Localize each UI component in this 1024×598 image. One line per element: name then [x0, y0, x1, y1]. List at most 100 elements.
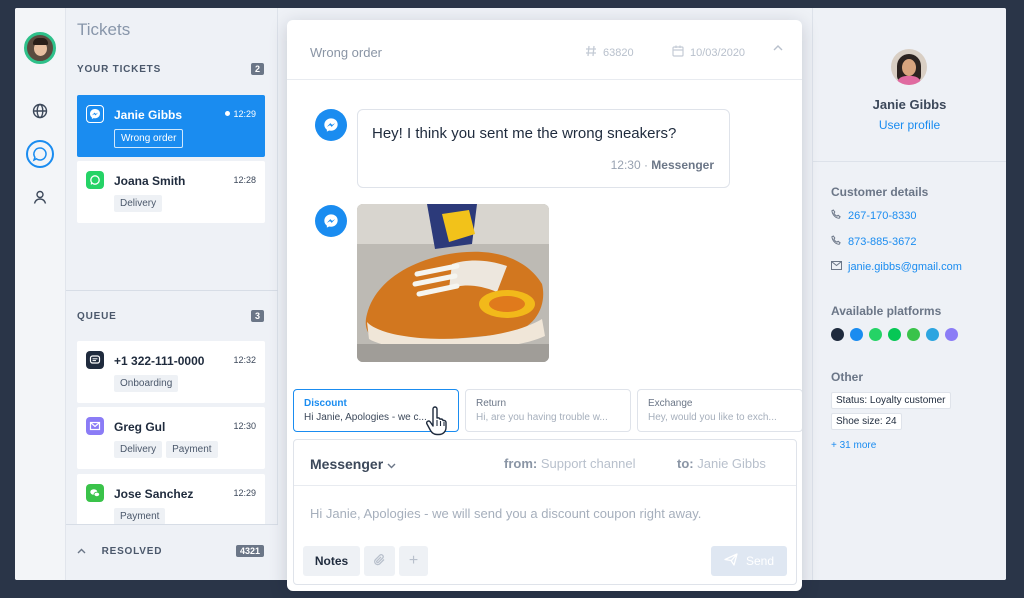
show-more-link[interactable]: + 31 more — [831, 440, 876, 451]
line-platform-icon[interactable] — [888, 328, 901, 341]
resolved-count: 4321 — [235, 545, 264, 557]
to-field[interactable]: to: Janie Gibbs — [677, 456, 766, 471]
send-button[interactable]: Send — [711, 546, 787, 576]
customer-header: Janie Gibbs User profile — [813, 8, 1006, 162]
message-composer: Messenger from: Support channel to: Jani… — [293, 439, 797, 585]
other-heading: Other — [831, 370, 864, 384]
ticket-tag: Delivery — [114, 195, 163, 212]
your-tickets-label: YOUR TICKETS — [77, 63, 162, 75]
ticket-id: 63820 — [585, 45, 634, 60]
tickets-title: Tickets — [77, 20, 131, 39]
quick-reply-title: Exchange — [648, 398, 693, 409]
user-profile-link[interactable]: User profile — [813, 118, 1006, 132]
queue-count: 3 — [250, 310, 264, 322]
messenger-platform-icon[interactable] — [850, 328, 863, 341]
agent-avatar[interactable] — [24, 32, 56, 64]
collapse-chevron-icon[interactable] — [773, 45, 783, 51]
from-field[interactable]: from: Support channel — [504, 456, 636, 471]
conversation-panel: Wrong order 63820 10/03/2020 Hey! I thin… — [287, 20, 802, 591]
ticket-janie-gibbs[interactable]: Janie Gibbs 12:29 Wrong order — [77, 95, 265, 157]
hash-icon — [585, 45, 597, 60]
calendar-icon — [672, 45, 684, 60]
globe-icon[interactable] — [29, 100, 51, 122]
resolved-header: RESOLVED 4321 — [77, 545, 264, 557]
attach-button[interactable] — [364, 546, 395, 576]
ticket-name: Janie Gibbs — [114, 108, 183, 122]
queue-header: QUEUE 3 — [77, 310, 264, 322]
hand-cursor-icon — [425, 406, 449, 441]
messenger-icon — [315, 205, 347, 237]
ticket-tag: Onboarding — [114, 375, 179, 392]
ticket-tag: Payment — [114, 508, 166, 525]
message-meta: 12:30 · Messenger — [611, 158, 714, 172]
message-text: Hey! I think you sent me the wrong sneak… — [372, 125, 677, 142]
available-platforms-heading: Available platforms — [831, 304, 942, 318]
channel-selector[interactable]: Messenger — [310, 456, 396, 472]
messenger-icon — [315, 109, 347, 141]
email-row[interactable]: janie.gibbs@gmail.com — [831, 261, 962, 273]
ticket-phone-number[interactable]: +1 322-111-0000 12:32 Onboarding — [77, 341, 265, 403]
wechat-platform-icon[interactable] — [907, 328, 920, 341]
quick-reply-preview: Hi, are you having trouble w... — [476, 412, 608, 423]
ticket-name: Jose Sanchez — [114, 487, 194, 501]
message-input[interactable]: Hi Janie, Apologies - we will send you a… — [310, 506, 701, 521]
customer-panel: Janie Gibbs User profile Customer detail… — [812, 8, 1006, 580]
ticket-time: 12:28 — [233, 175, 256, 185]
chat-bubble-icon[interactable] — [26, 140, 54, 168]
email-platform-icon[interactable] — [945, 328, 958, 341]
other-tag: Status: Loyalty customer — [831, 392, 951, 409]
quick-reply-preview: Hey, would you like to exch... — [648, 412, 777, 423]
sneaker-photo[interactable] — [357, 204, 549, 362]
resolved-label: RESOLVED — [101, 545, 163, 557]
phone-number[interactable]: 873-885-3672 — [848, 236, 917, 248]
ticket-tag: Delivery — [114, 441, 163, 458]
phone-row[interactable]: 873-885-3672 — [831, 235, 917, 249]
ticket-time: 12:29 — [233, 488, 256, 498]
telegram-platform-icon[interactable] — [926, 328, 939, 341]
tickets-panel: Tickets YOUR TICKETS 2 Janie Gibbs 12:29… — [66, 8, 278, 580]
messenger-icon — [86, 105, 104, 123]
quick-reply-exchange[interactable]: Exchange Hey, would you like to exch... — [637, 389, 802, 432]
customer-details-heading: Customer details — [831, 185, 929, 199]
chevron-down-icon — [387, 456, 396, 472]
customer-name: Janie Gibbs — [872, 97, 947, 112]
phone-number[interactable]: 267-170-8330 — [848, 210, 917, 222]
to-label: to: — [677, 456, 694, 471]
ticket-time: 12:32 — [233, 355, 256, 365]
chat-platform-icon[interactable] — [831, 328, 844, 341]
ticket-id-value: 63820 — [603, 46, 634, 59]
nav-rail — [15, 8, 66, 580]
resolved-section[interactable]: RESOLVED 4321 — [66, 524, 278, 580]
send-label: Send — [745, 554, 775, 568]
ticket-time: 12:30 — [233, 421, 256, 431]
ticket-name: Greg Gul — [114, 420, 166, 434]
add-button[interactable]: + — [399, 546, 428, 576]
user-icon[interactable] — [29, 186, 51, 208]
composer-header: Messenger from: Support channel to: Jani… — [294, 440, 796, 486]
conversation-header: Wrong order 63820 10/03/2020 — [287, 20, 802, 80]
quick-reply-return[interactable]: Return Hi, are you having trouble w... — [465, 389, 631, 432]
from-value: Support channel — [540, 456, 636, 471]
your-tickets-count: 2 — [250, 63, 264, 75]
ticket-tag: Payment — [166, 441, 218, 458]
phone-row[interactable]: 267-170-8330 — [831, 209, 917, 223]
queue-label: QUEUE — [77, 310, 117, 322]
ticket-joana-smith[interactable]: Joana Smith 12:28 Delivery — [77, 161, 265, 223]
message-time: 12:30 · — [610, 158, 652, 172]
phone-icon — [831, 235, 842, 249]
envelope-icon — [831, 261, 842, 273]
email-address[interactable]: janie.gibbs@gmail.com — [848, 261, 962, 273]
paperclip-icon — [373, 553, 387, 570]
chevron-up-icon — [77, 546, 86, 557]
from-label: from: — [504, 456, 538, 471]
whatsapp-platform-icon[interactable] — [869, 328, 882, 341]
other-tag: Shoe size: 24 — [831, 413, 902, 430]
ticket-date: 10/03/2020 — [672, 45, 745, 60]
send-icon — [724, 553, 738, 569]
message-channel: Messenger — [651, 158, 714, 172]
to-value: Janie Gibbs — [697, 456, 766, 471]
wechat-icon — [86, 484, 104, 502]
ticket-greg-gul[interactable]: Greg Gul 12:30 Delivery Payment — [77, 407, 265, 469]
email-icon — [86, 417, 104, 435]
notes-button[interactable]: Notes — [303, 546, 360, 576]
